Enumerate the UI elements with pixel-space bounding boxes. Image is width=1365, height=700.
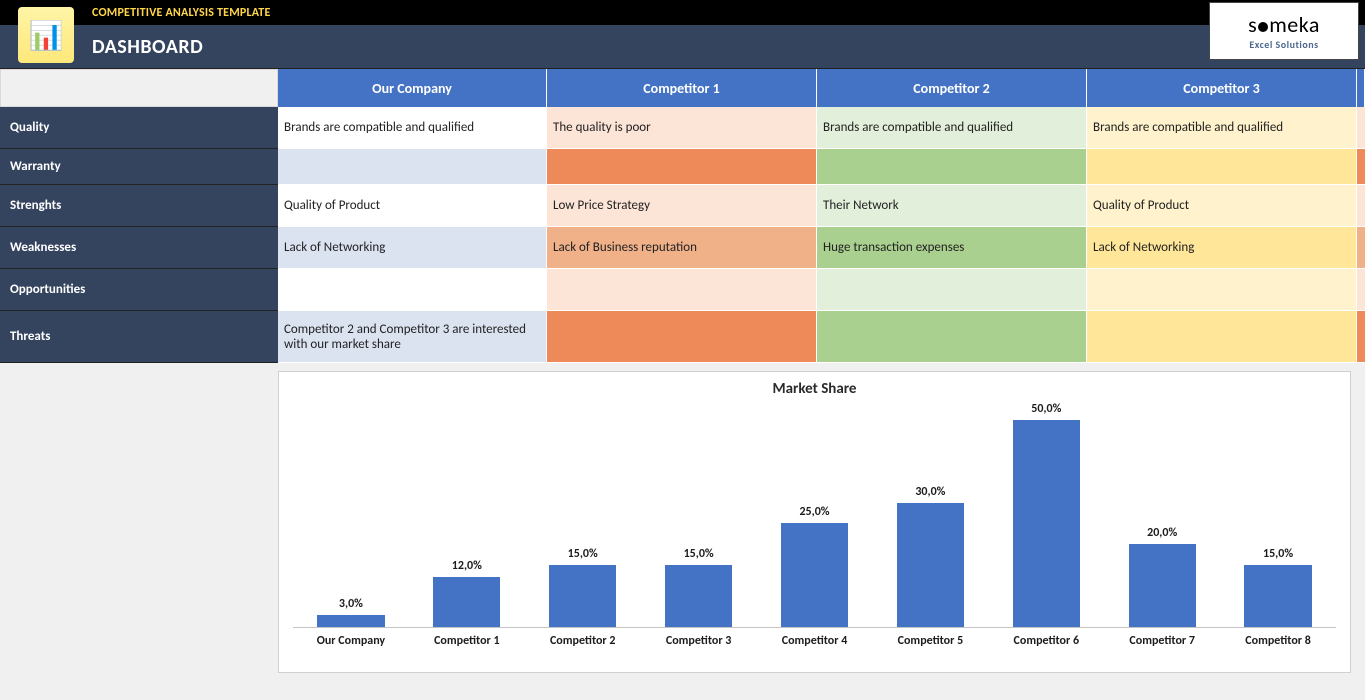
- cell[interactable]: Lack of Networking: [278, 227, 547, 269]
- chart-x-label: Competitor 4: [757, 634, 873, 648]
- chart-x-label: Competitor 1: [409, 634, 525, 648]
- col-header-our-company[interactable]: Our Company: [278, 69, 547, 107]
- cell[interactable]: The quality is poor: [547, 107, 817, 149]
- cell[interactable]: [1087, 269, 1357, 311]
- chart-x-labels: Our CompanyCompetitor 1Competitor 2Compe…: [293, 634, 1336, 648]
- chart-x-label: Competitor 5: [872, 634, 988, 648]
- template-title-bar: COMPETITIVE ANALYSIS TEMPLATE: [0, 0, 1365, 25]
- cell[interactable]: [278, 149, 547, 185]
- cell[interactable]: Their Network: [817, 185, 1087, 227]
- chart-x-label: Competitor 6: [988, 634, 1104, 648]
- brand-logo: smeka Excel Solutions: [1209, 2, 1359, 60]
- chart-bar: 15,0%: [641, 400, 757, 627]
- cell[interactable]: [817, 311, 1087, 363]
- cell[interactable]: [547, 269, 817, 311]
- cell[interactable]: Brands are compatible and qualified: [278, 107, 547, 149]
- chart-value-label: 30,0%: [915, 485, 945, 499]
- cell-overflow: [1357, 269, 1365, 311]
- row-label-warranty[interactable]: Warranty: [0, 149, 278, 185]
- cell[interactable]: Quality of Product: [278, 185, 547, 227]
- chart-bar: 25,0%: [757, 400, 873, 627]
- cell[interactable]: Low Price Strategy: [547, 185, 817, 227]
- cell[interactable]: Huge transaction expenses: [817, 227, 1087, 269]
- col-header-overflow: [1357, 69, 1365, 107]
- row-label-strengths[interactable]: Strenghts: [0, 185, 278, 227]
- chart-bar: 3,0%: [293, 400, 409, 627]
- cell-overflow: [1357, 185, 1365, 227]
- cell[interactable]: Lack of Business reputation: [547, 227, 817, 269]
- cell-overflow: [1357, 149, 1365, 185]
- cell-overflow: [1357, 227, 1365, 269]
- page-title-bar: 📊 DASHBOARD: [0, 25, 1365, 69]
- cell[interactable]: Brands are compatible and qualified: [817, 107, 1087, 149]
- cell[interactable]: [278, 269, 547, 311]
- chart-value-label: 15,0%: [568, 547, 598, 561]
- cell[interactable]: [817, 149, 1087, 185]
- chart-bar: 15,0%: [1220, 400, 1336, 627]
- col-header-competitor-3[interactable]: Competitor 3: [1087, 69, 1357, 107]
- market-share-chart[interactable]: Market Share 3,0% 12,0% 15,0% 15,0% 25,0% 30,…: [278, 371, 1351, 673]
- cell[interactable]: Quality of Product: [1087, 185, 1357, 227]
- chart-x-label: Competitor 2: [525, 634, 641, 648]
- row-label-quality[interactable]: Quality: [0, 107, 278, 149]
- cell[interactable]: [547, 149, 817, 185]
- chart-x-label: Competitor 3: [641, 634, 757, 648]
- row-label-threats[interactable]: Threats: [0, 311, 278, 363]
- chart-bar: 15,0%: [525, 400, 641, 627]
- cell[interactable]: [817, 269, 1087, 311]
- row-label-weaknesses[interactable]: Weaknesses: [0, 227, 278, 269]
- cell[interactable]: [1087, 311, 1357, 363]
- chart-value-label: 15,0%: [1263, 547, 1293, 561]
- chart-bar: 50,0%: [988, 400, 1104, 627]
- brand-sub: Excel Solutions: [1249, 38, 1318, 51]
- cell[interactable]: Brands are compatible and qualified: [1087, 107, 1357, 149]
- chart-bar: 12,0%: [409, 400, 525, 627]
- chart-bar: 20,0%: [1104, 400, 1220, 627]
- chart-x-label: Competitor 7: [1104, 634, 1220, 648]
- cell[interactable]: Lack of Networking: [1087, 227, 1357, 269]
- chart-value-label: 50,0%: [1031, 402, 1061, 416]
- chart-value-label: 25,0%: [799, 505, 829, 519]
- chart-plot-area: 3,0% 12,0% 15,0% 15,0% 25,0% 30,0% 50,0% 20,0% 1…: [293, 400, 1336, 628]
- row-label-opportunities[interactable]: Opportunities: [0, 269, 278, 311]
- brand-name: smeka: [1248, 11, 1320, 38]
- chart-bar: 30,0%: [872, 400, 988, 627]
- page-title: DASHBOARD: [92, 35, 203, 59]
- col-header-competitor-1[interactable]: Competitor 1: [547, 69, 817, 107]
- table-corner: [0, 69, 278, 107]
- chart-value-label: 12,0%: [452, 559, 482, 573]
- chart-x-label: Competitor 8: [1220, 634, 1336, 648]
- cell[interactable]: [547, 311, 817, 363]
- cell[interactable]: [1087, 149, 1357, 185]
- competitor-table: Our Company Competitor 1 Competitor 2 Co…: [0, 69, 1365, 363]
- cell-overflow: [1357, 311, 1365, 363]
- cell-overflow: [1357, 107, 1365, 149]
- template-title: COMPETITIVE ANALYSIS TEMPLATE: [92, 6, 271, 20]
- chart-value-label: 3,0%: [339, 597, 363, 611]
- chart-title: Market Share: [289, 380, 1340, 398]
- dashboard-icon: 📊: [18, 7, 74, 63]
- cell[interactable]: Competitor 2 and Competitor 3 are intere…: [278, 311, 547, 363]
- col-header-competitor-2[interactable]: Competitor 2: [817, 69, 1087, 107]
- chart-x-label: Our Company: [293, 634, 409, 648]
- chart-value-label: 15,0%: [684, 547, 714, 561]
- chart-value-label: 20,0%: [1147, 526, 1177, 540]
